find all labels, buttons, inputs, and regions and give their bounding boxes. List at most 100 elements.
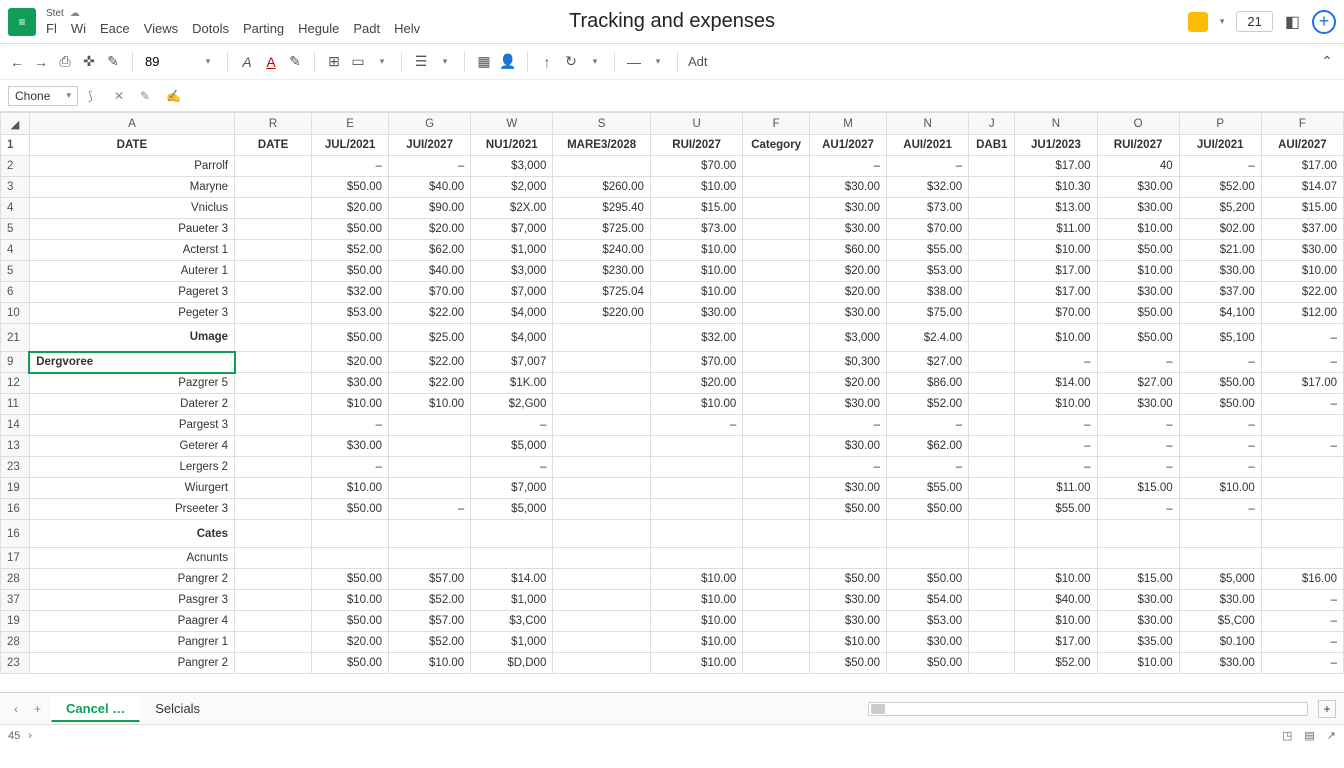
cell[interactable]: $10.00 xyxy=(1097,219,1179,240)
cell[interactable] xyxy=(389,548,471,569)
cell[interactable] xyxy=(389,520,471,548)
cell[interactable]: – xyxy=(1179,415,1261,436)
cell[interactable]: Paagrer 4 xyxy=(29,611,234,632)
cell[interactable] xyxy=(553,394,651,415)
cell[interactable]: $22.00 xyxy=(389,303,471,324)
name-box[interactable]: Chone▾ xyxy=(8,86,78,106)
row-number[interactable]: 3 xyxy=(1,177,30,198)
row-number[interactable]: 28 xyxy=(1,569,30,590)
cell[interactable]: $30.00 xyxy=(810,436,887,457)
cell[interactable]: $10.00 xyxy=(810,632,887,653)
cell[interactable] xyxy=(235,436,312,457)
cell[interactable]: $30.00 xyxy=(1097,394,1179,415)
add-button[interactable]: + xyxy=(1312,10,1336,34)
cell[interactable]: $1,000 xyxy=(471,632,553,653)
cell[interactable] xyxy=(235,156,312,177)
cell[interactable] xyxy=(235,373,312,394)
cell[interactable]: $27.00 xyxy=(887,352,969,373)
next-sheet-icon[interactable]: + xyxy=(28,702,47,716)
cell[interactable]: $260.00 xyxy=(553,177,651,198)
cell[interactable]: $20.00 xyxy=(389,219,471,240)
cell[interactable]: – xyxy=(810,457,887,478)
cell[interactable]: $50.00 xyxy=(887,569,969,590)
cell[interactable]: $70.00 xyxy=(650,156,742,177)
row-number[interactable]: 1 xyxy=(1,135,30,156)
cell[interactable]: – xyxy=(1261,590,1343,611)
spreadsheet-grid[interactable]: ◢AREGWSUFMNJNOPF 1DATEDATEJUL/2021JUI/20… xyxy=(0,112,1344,692)
print-icon[interactable]: ⎙ xyxy=(56,53,74,71)
cell[interactable] xyxy=(969,282,1015,303)
cell[interactable]: $5,100 xyxy=(1179,324,1261,352)
cell[interactable]: $52.00 xyxy=(312,240,389,261)
cell[interactable]: $2,G00 xyxy=(471,394,553,415)
cell[interactable] xyxy=(235,177,312,198)
cell[interactable] xyxy=(471,520,553,548)
cell[interactable]: – xyxy=(1179,436,1261,457)
cell[interactable] xyxy=(235,394,312,415)
cell[interactable]: – xyxy=(1015,415,1097,436)
cell[interactable] xyxy=(235,632,312,653)
cell[interactable]: $32.00 xyxy=(312,282,389,303)
row-number[interactable]: 9 xyxy=(1,352,30,373)
view-icon-2[interactable]: ▤ xyxy=(1304,729,1314,742)
cell[interactable] xyxy=(969,548,1015,569)
cell[interactable] xyxy=(969,303,1015,324)
cell[interactable]: $15.00 xyxy=(1261,198,1343,219)
cell[interactable]: $70.00 xyxy=(1015,303,1097,324)
cell[interactable] xyxy=(235,415,312,436)
menu-hegule[interactable]: Hegule xyxy=(298,21,339,36)
cell[interactable]: – xyxy=(887,415,969,436)
cell[interactable] xyxy=(810,548,887,569)
header-cell[interactable]: RUI/2027 xyxy=(650,135,742,156)
row-number[interactable]: 19 xyxy=(1,611,30,632)
cell[interactable]: $50.00 xyxy=(810,653,887,674)
cell[interactable]: $50.00 xyxy=(810,499,887,520)
cell[interactable]: $60.00 xyxy=(810,240,887,261)
zoom-handle-icon[interactable]: ↗ xyxy=(1327,729,1336,742)
cell[interactable]: $22.00 xyxy=(389,352,471,373)
cell[interactable]: $10.00 xyxy=(312,394,389,415)
cell[interactable]: $10.00 xyxy=(650,394,742,415)
header-cell[interactable]: RUI/2027 xyxy=(1097,135,1179,156)
cell[interactable]: Wiurgert xyxy=(29,478,234,499)
cell[interactable]: $10.00 xyxy=(650,569,742,590)
cell[interactable]: – xyxy=(389,499,471,520)
cell[interactable] xyxy=(969,219,1015,240)
cell[interactable] xyxy=(1261,520,1343,548)
cell[interactable] xyxy=(235,653,312,674)
cell[interactable]: Lergers 2 xyxy=(29,457,234,478)
cell[interactable]: $30.00 xyxy=(312,436,389,457)
cell[interactable] xyxy=(1261,457,1343,478)
cell[interactable] xyxy=(1015,548,1097,569)
border-dropdown[interactable]: ▾ xyxy=(373,53,391,71)
cell[interactable]: $52.00 xyxy=(389,632,471,653)
cell[interactable] xyxy=(650,499,742,520)
cell[interactable] xyxy=(969,520,1015,548)
row-number[interactable]: 17 xyxy=(1,548,30,569)
cell[interactable]: $50.00 xyxy=(312,261,389,282)
header-cell[interactable]: JU1/2023 xyxy=(1015,135,1097,156)
cell[interactable]: $70.00 xyxy=(887,219,969,240)
cell[interactable]: Pargest 3 xyxy=(29,415,234,436)
cell[interactable]: Pangrer 2 xyxy=(29,653,234,674)
row-number[interactable]: 16 xyxy=(1,520,30,548)
menu-eace[interactable]: Eace xyxy=(100,21,130,36)
cell[interactable]: – xyxy=(471,457,553,478)
cell[interactable]: $50.00 xyxy=(312,324,389,352)
cell[interactable]: Vniclus xyxy=(29,198,234,219)
col-header[interactable]: U xyxy=(650,113,742,135)
cell[interactable]: $17.00 xyxy=(1261,156,1343,177)
header-cell[interactable]: MARE3/2028 xyxy=(553,135,651,156)
col-header[interactable]: W xyxy=(471,113,553,135)
cell[interactable] xyxy=(969,653,1015,674)
menu-dotols[interactable]: Dotols xyxy=(192,21,229,36)
cell[interactable]: $55.00 xyxy=(887,240,969,261)
cell[interactable]: $10.00 xyxy=(1015,394,1097,415)
cell[interactable] xyxy=(553,520,651,548)
cell[interactable]: $30.00 xyxy=(810,394,887,415)
col-header[interactable]: P xyxy=(1179,113,1261,135)
cell[interactable]: $4,000 xyxy=(471,324,553,352)
cell[interactable]: $10.00 xyxy=(650,653,742,674)
sheet-tab[interactable]: Cancel … xyxy=(51,696,140,722)
cell[interactable]: $50.00 xyxy=(312,653,389,674)
